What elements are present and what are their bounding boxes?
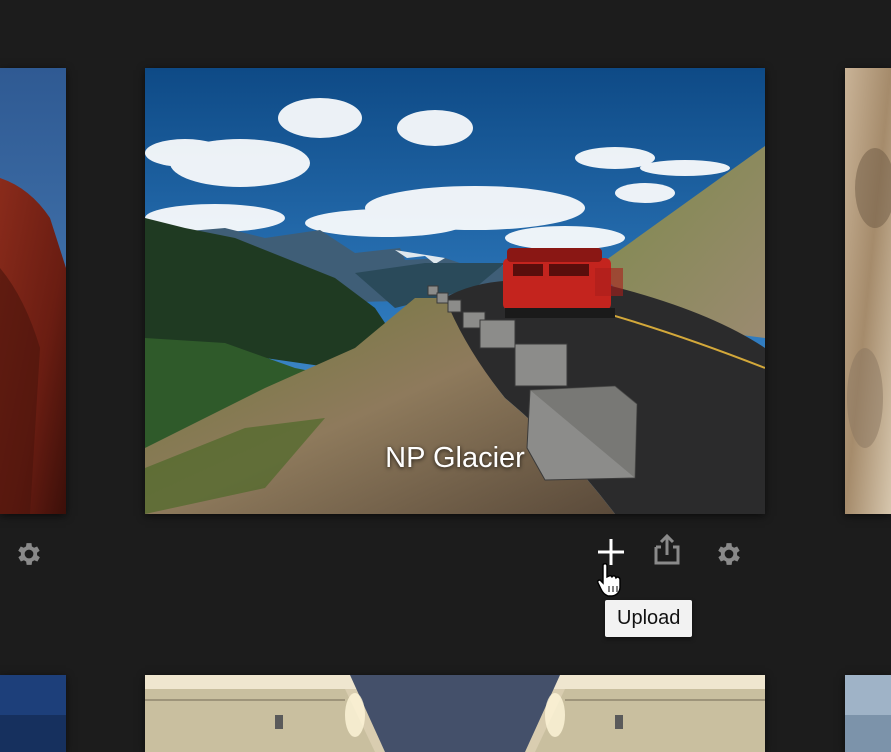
album-card-np-glacier[interactable]: NP Glacier [145,68,765,514]
gear-icon [18,543,40,565]
album-card-left[interactable] [0,68,66,514]
settings-button[interactable] [712,537,746,571]
album-cover-image [145,675,765,752]
album-card-bottom-right[interactable] [845,675,891,752]
upload-tooltip: Upload [605,600,693,637]
album-cover-image [845,675,891,752]
album-card-right[interactable] [845,68,891,514]
album-card-bottom[interactable] [145,675,765,752]
hand-cursor-icon [597,563,621,597]
share-button[interactable] [650,533,684,567]
share-icon [654,533,680,565]
album-cover-image [0,68,66,514]
album-title: NP Glacier [385,442,525,474]
album-card-bottom-left[interactable] [0,675,66,752]
settings-button-left[interactable] [12,537,46,571]
album-cover-image [0,675,66,752]
gear-icon [718,543,740,565]
album-cover-image [845,68,891,514]
